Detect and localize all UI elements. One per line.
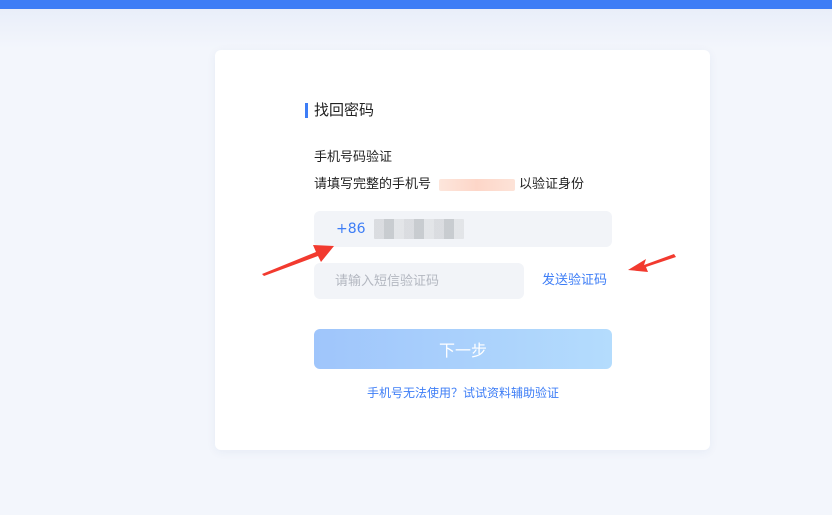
verification-method-heading: 手机号码验证 <box>314 150 393 165</box>
annotation-arrow-icon <box>262 245 334 276</box>
country-code: +86 <box>336 221 366 237</box>
top-accent-bar <box>0 0 832 9</box>
section-title-text: 找回密码 <box>314 101 375 119</box>
top-background-fade <box>0 9 832 49</box>
phone-number-masked <box>373 219 464 239</box>
phone-input[interactable]: +86 <box>314 211 612 247</box>
masked-phone-number <box>439 179 516 191</box>
annotation-arrow-icon <box>628 254 676 272</box>
instruction-prefix: 请填写完整的手机号 <box>314 177 432 192</box>
send-code-link[interactable]: 发送验证码 <box>542 273 607 289</box>
section-title: 找回密码 <box>305 102 374 118</box>
sms-code-input[interactable] <box>314 263 524 299</box>
instruction-suffix: 以验证身份 <box>519 177 585 192</box>
next-step-button[interactable]: 下一步 <box>314 329 612 369</box>
title-accent-bar <box>305 102 308 118</box>
alternative-verification-link[interactable]: 手机号无法使用？试试资料辅助验证 <box>314 385 612 401</box>
instruction-text: 请填写完整的手机号 以验证身份 <box>314 177 584 193</box>
